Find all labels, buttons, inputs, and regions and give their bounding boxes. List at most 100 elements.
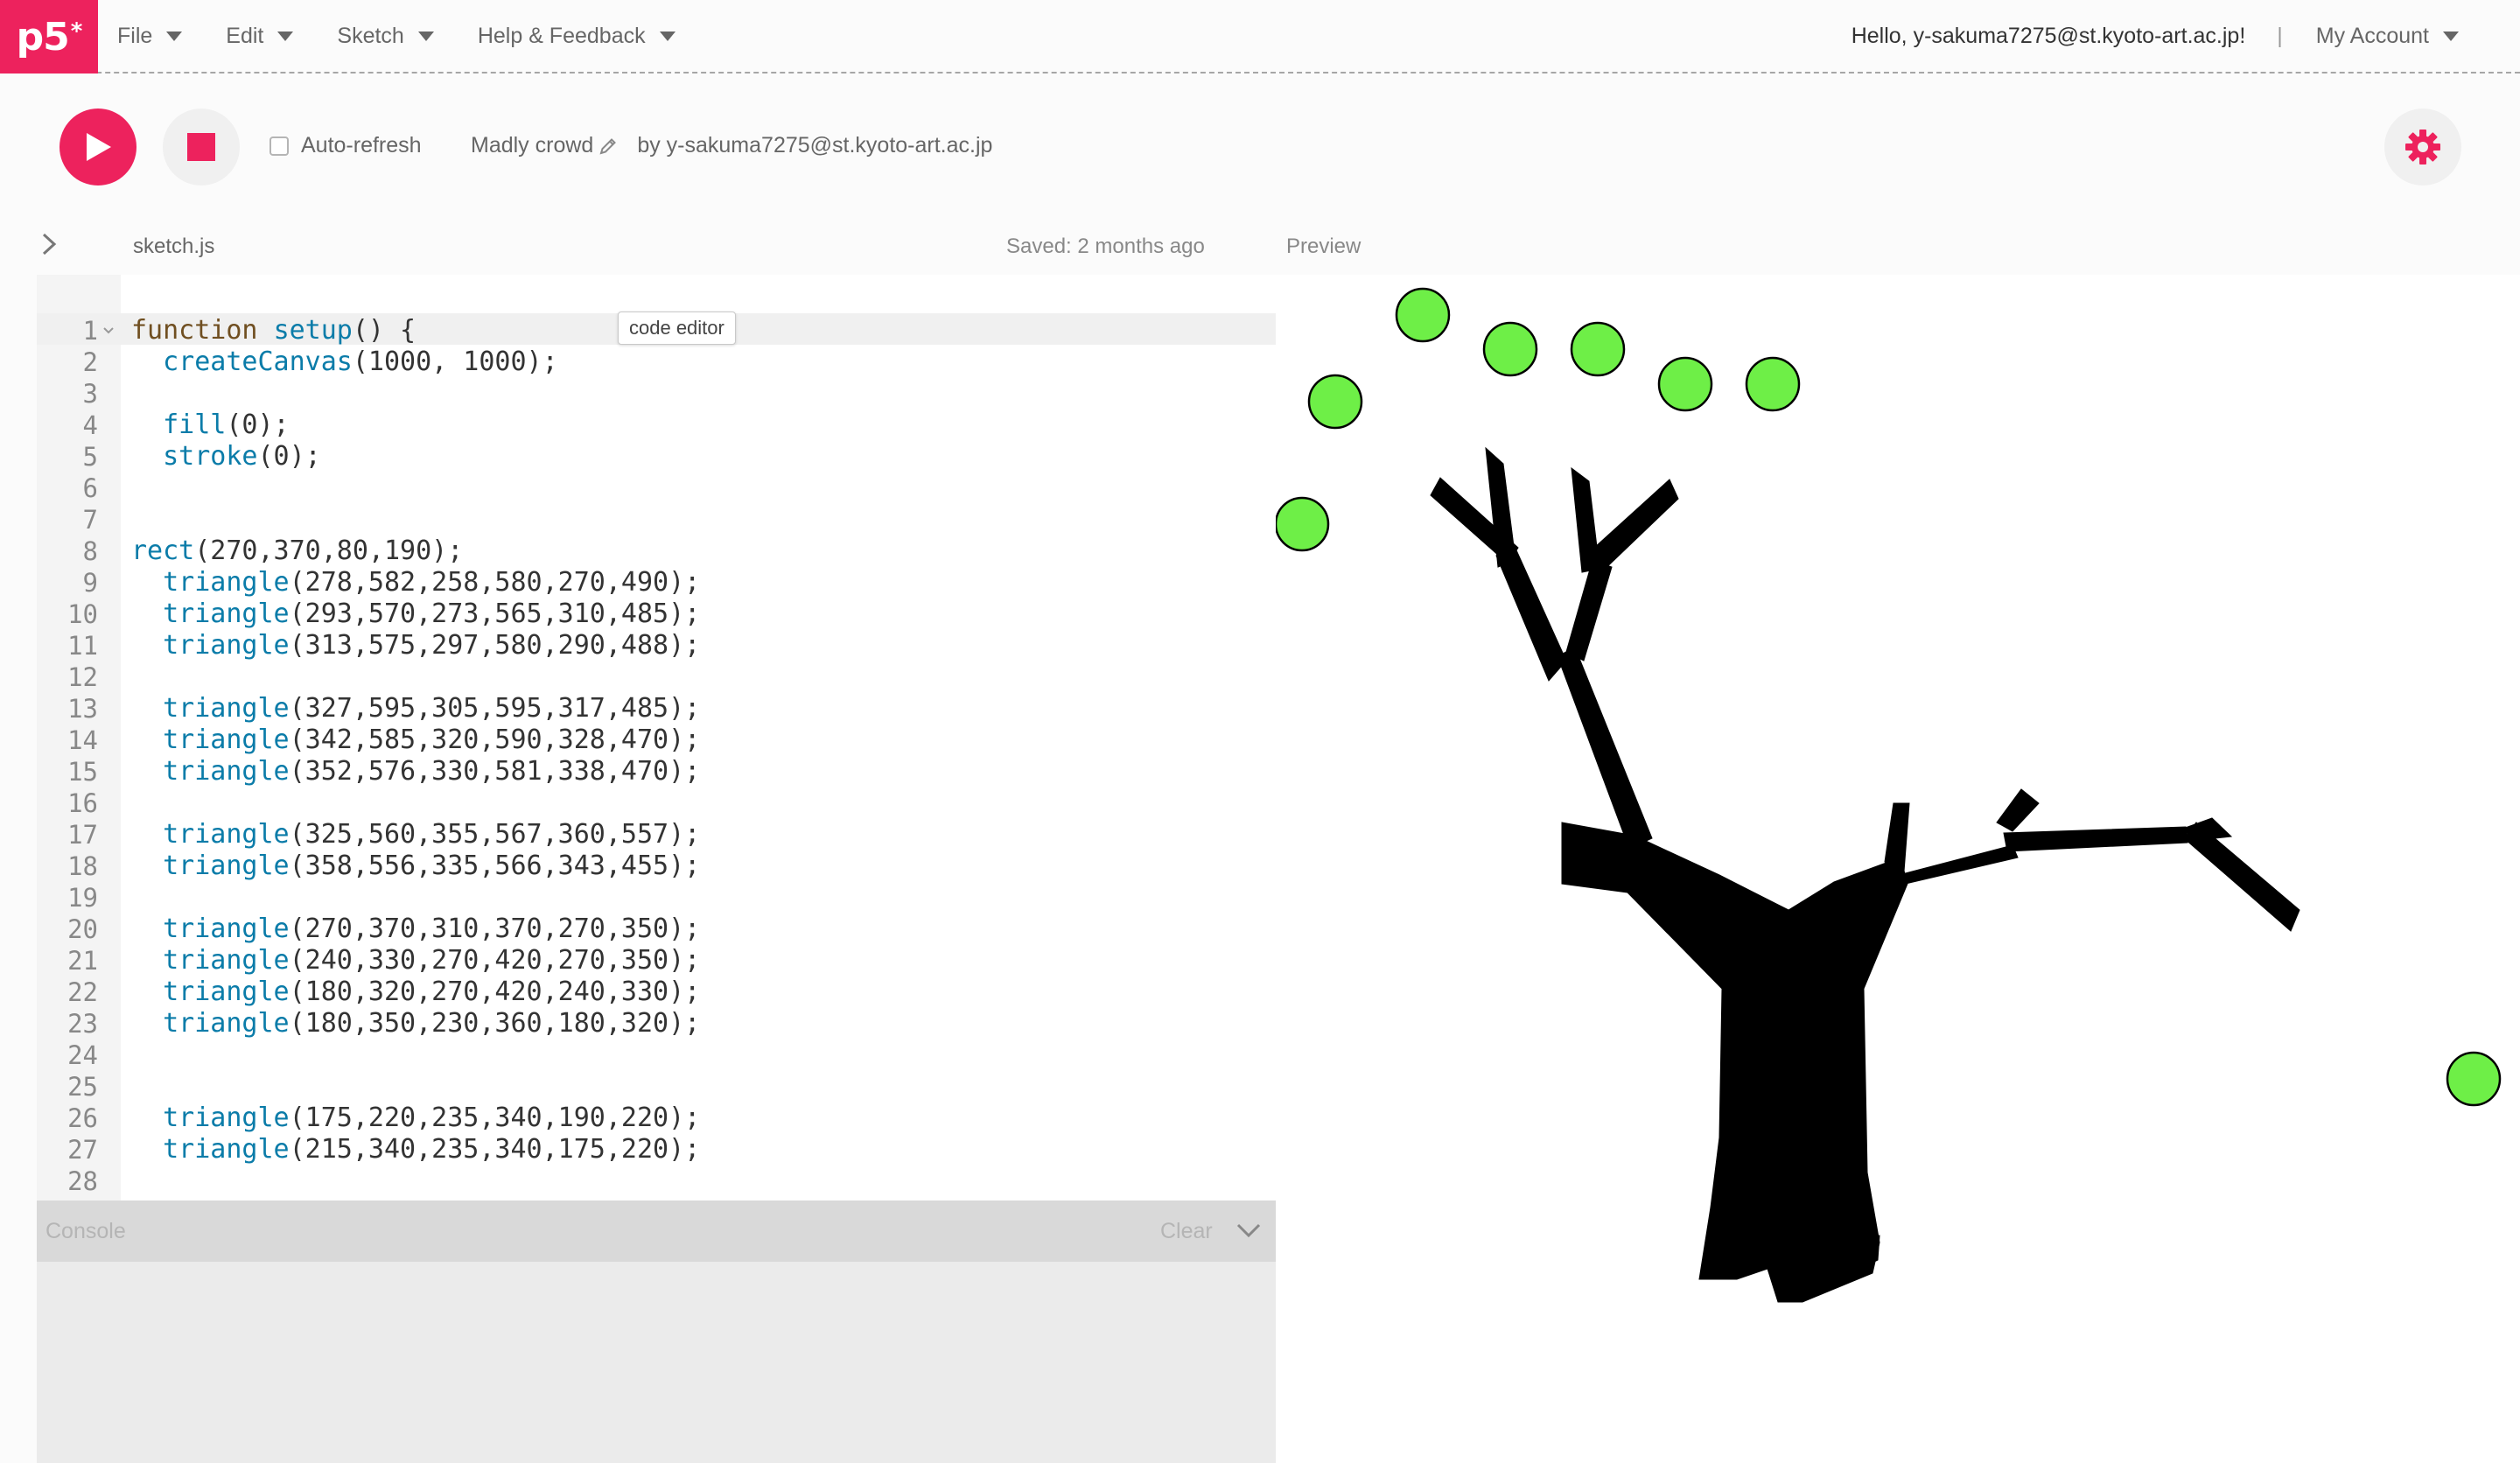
sketch-info: Madly crowd by y-sakuma7275@st.kyoto-art… <box>471 133 992 158</box>
line-number: 25 <box>67 1072 98 1102</box>
line-number: 27 <box>67 1135 98 1165</box>
caret-down-icon <box>2443 31 2459 41</box>
my-account-label: My Account <box>2315 23 2429 48</box>
code-line[interactable]: 11 triangle(313,575,297,580,290,488); <box>37 630 1276 662</box>
code-line[interactable]: 18 triangle(358,556,335,566,343,455); <box>37 850 1276 882</box>
line-number: 9 <box>82 568 98 598</box>
black-tree <box>1430 446 2300 1303</box>
line-number: 2 <box>82 347 98 377</box>
code-line[interactable]: 8 rect(270,370,80,190); <box>37 536 1276 567</box>
line-number: 11 <box>67 631 98 661</box>
code-line[interactable]: 28 <box>37 1166 1276 1197</box>
pencil-icon[interactable] <box>598 136 618 156</box>
menu-sketch[interactable]: Sketch <box>337 23 434 49</box>
code-line[interactable]: 17 triangle(325,560,355,567,360,557); <box>37 819 1276 850</box>
user-greeting: Hello, y-sakuma7275@st.kyoto-art.ac.jp! <box>1851 23 2246 48</box>
code-line[interactable]: 4 fill(0); <box>37 410 1276 441</box>
code-line[interactable]: 10 triangle(293,570,273,565,310,485); <box>37 598 1276 630</box>
line-number: 23 <box>67 1009 98 1039</box>
chevron-down-icon[interactable] <box>1236 1220 1262 1241</box>
code-line[interactable]: 15 triangle(352,576,330,581,338,470); <box>37 756 1276 788</box>
sketch-owner[interactable]: by y-sakuma7275@st.kyoto-art.ac.jp <box>637 133 992 158</box>
caret-down-icon <box>659 31 676 41</box>
code-line[interactable]: 3 <box>37 378 1276 410</box>
code-line[interactable]: 7 <box>37 504 1276 536</box>
code-line[interactable]: 13 triangle(327,595,305,595,317,485); <box>37 693 1276 724</box>
code-text: rect(270,370,80,190); <box>131 536 464 566</box>
code-text: createCanvas(1000, 1000); <box>163 346 558 377</box>
p5-editor-app: p5 * File Edit Sketch Help & Feedback Hel… <box>0 0 2520 1463</box>
logo-asterisk: * <box>70 18 83 45</box>
top-nav: p5 * File Edit Sketch Help & Feedback Hel… <box>0 0 2520 74</box>
preview-canvas <box>1274 287 2502 1303</box>
code-text: triangle(352,576,330,581,338,470); <box>163 756 701 787</box>
code-line[interactable]: 16 <box>37 788 1276 819</box>
green-circle <box>1307 374 1363 430</box>
stop-button[interactable] <box>163 108 240 186</box>
code-text: triangle(215,340,235,340,175,220); <box>163 1134 701 1165</box>
line-number: 10 <box>67 599 98 629</box>
stop-icon <box>187 133 215 161</box>
code-line[interactable]: 24 <box>37 1040 1276 1071</box>
code-line[interactable]: 22 triangle(180,320,270,420,240,330); <box>37 976 1276 1008</box>
line-number: 12 <box>67 662 98 692</box>
code-editor[interactable]: 1 function setup() {2 createCanvas(1000, … <box>37 275 1276 1200</box>
menu-sketch-label: Sketch <box>337 23 404 48</box>
code-text: triangle(180,350,230,360,180,320); <box>163 1008 701 1039</box>
p5-logo[interactable]: p5 * <box>0 0 98 74</box>
play-icon <box>87 133 111 161</box>
menu-file-label: File <box>117 23 153 48</box>
code-text: stroke(0); <box>163 441 321 472</box>
code-line[interactable]: 5 stroke(0); <box>37 441 1276 472</box>
toolbar: Auto-refresh Madly crowd by y-sakuma7275… <box>0 74 2520 222</box>
code-line[interactable]: 19 <box>37 882 1276 914</box>
code-editor-tooltip: code editor <box>618 312 736 345</box>
line-number: 16 <box>67 788 98 818</box>
code-line[interactable]: 26 triangle(175,220,235,340,190,220); <box>37 1102 1276 1134</box>
line-number: 18 <box>67 851 98 881</box>
play-button[interactable] <box>60 108 136 186</box>
console-title: Console <box>46 1218 126 1243</box>
code-text: triangle(327,595,305,595,317,485); <box>163 693 701 724</box>
nav-divider: | <box>2277 23 2283 48</box>
code-line[interactable]: 14 triangle(342,585,320,590,328,470); <box>37 724 1276 756</box>
line-number: 14 <box>67 725 98 755</box>
auto-refresh-checkbox[interactable] <box>270 136 289 156</box>
menu-file[interactable]: File <box>117 23 183 49</box>
line-number: 20 <box>67 914 98 944</box>
line-number: 28 <box>67 1166 98 1196</box>
sketch-name[interactable]: Madly crowd <box>471 133 593 158</box>
console-header[interactable]: Console Clear <box>37 1200 1276 1262</box>
line-number: 4 <box>82 410 98 440</box>
caret-down-icon <box>277 31 294 41</box>
code-line[interactable]: 6 <box>37 472 1276 504</box>
code-text: triangle(293,570,273,565,310,485); <box>163 598 701 629</box>
console-output[interactable] <box>37 1262 1276 1463</box>
auto-refresh-toggle[interactable]: Auto-refresh <box>270 133 422 158</box>
code-text: triangle(325,560,355,567,360,557); <box>163 819 701 850</box>
code-line[interactable]: 20 triangle(270,370,310,370,270,350); <box>37 914 1276 945</box>
green-circle <box>2446 1051 2502 1107</box>
code-line[interactable]: 23 triangle(180,350,230,360,180,320); <box>37 1008 1276 1040</box>
code-text: triangle(240,330,270,420,270,350); <box>163 945 701 976</box>
code-line[interactable]: 2 createCanvas(1000, 1000); <box>37 346 1276 378</box>
line-number: 7 <box>82 505 98 535</box>
my-account-menu[interactable]: My Account <box>2316 24 2459 49</box>
code-text: triangle(270,370,310,370,270,350); <box>163 914 701 944</box>
code-text: fill(0); <box>163 410 290 440</box>
code-line[interactable]: 27 triangle(215,340,235,340,175,220); <box>37 1134 1276 1166</box>
code-line[interactable]: 9 triangle(278,582,258,580,270,490); <box>37 567 1276 598</box>
console-clear-button[interactable]: Clear <box>1160 1219 1213 1244</box>
code-line[interactable]: 12 <box>37 662 1276 693</box>
settings-button[interactable] <box>2384 108 2461 186</box>
code-line[interactable]: 21 triangle(240,330,270,420,270,350); <box>37 945 1276 976</box>
menu-edit[interactable]: Edit <box>226 24 294 49</box>
file-tab-sketch-js[interactable]: sketch.js <box>133 234 214 259</box>
green-circle <box>1482 321 1538 377</box>
chevron-right-icon[interactable] <box>38 231 60 257</box>
code-line[interactable]: 25 <box>37 1071 1276 1102</box>
sketch-preview[interactable] <box>1274 275 2520 1463</box>
code-text: triangle(180,320,270,420,240,330); <box>163 976 701 1007</box>
menu-help[interactable]: Help & Feedback <box>478 24 676 49</box>
line-number: 22 <box>67 977 98 1007</box>
